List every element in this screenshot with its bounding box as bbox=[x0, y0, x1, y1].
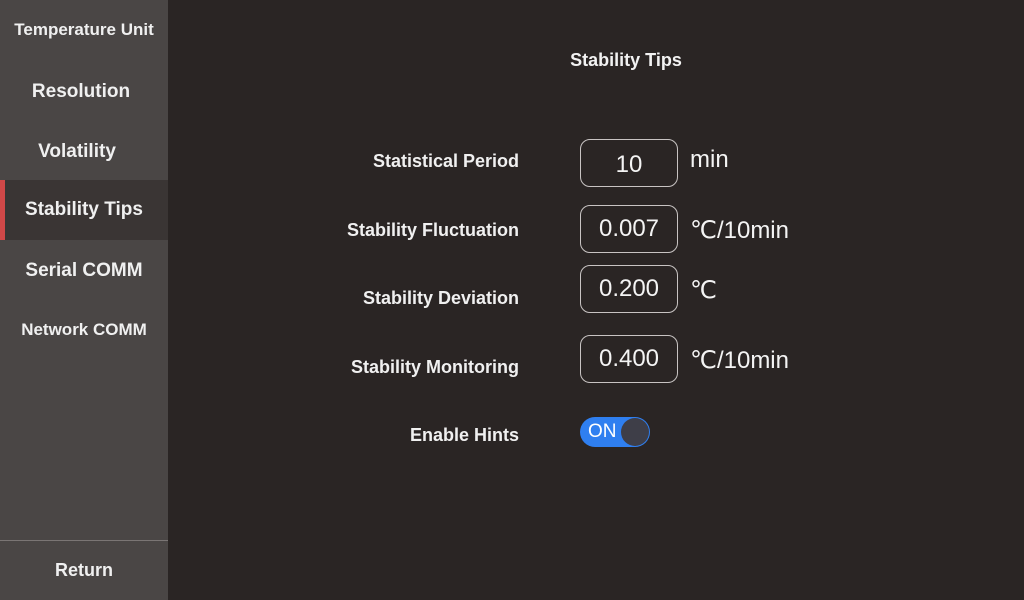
statistical-period-unit: min bbox=[690, 146, 729, 173]
sidebar-item-volatility[interactable]: Volatility bbox=[0, 122, 168, 182]
sidebar-item-label: Temperature Unit bbox=[14, 20, 154, 39]
stability-fluctuation-unit: ℃/10min bbox=[690, 217, 789, 244]
sidebar-item-label: Serial COMM bbox=[25, 260, 143, 281]
sidebar-item-label: Stability Tips bbox=[25, 199, 143, 220]
toggle-knob bbox=[621, 418, 649, 446]
statistical-period-input[interactable]: 10 bbox=[580, 139, 678, 187]
statistical-period-value: 10 bbox=[615, 151, 643, 178]
page-title: Stability Tips bbox=[570, 50, 682, 70]
enable-hints-toggle[interactable]: ON bbox=[580, 417, 650, 447]
stability-monitoring-unit: ℃/10min bbox=[690, 347, 789, 374]
sidebar-item-network-comm[interactable]: Network COMM bbox=[0, 300, 168, 360]
sidebar-item-stability-tips[interactable]: Stability Tips bbox=[0, 180, 168, 240]
stability-deviation-value: 0.200 bbox=[598, 275, 660, 302]
sidebar-item-label: Resolution bbox=[31, 81, 131, 102]
sidebar-item-serial-comm[interactable]: Serial COMM bbox=[0, 241, 168, 301]
return-button[interactable]: Return bbox=[0, 541, 168, 600]
stability-fluctuation-label: Stability Fluctuation bbox=[346, 220, 519, 240]
sidebar-item-label: Volatility bbox=[38, 141, 116, 162]
stability-deviation-unit: ℃ bbox=[690, 277, 717, 304]
stability-monitoring-input[interactable]: 0.400 bbox=[580, 335, 678, 383]
sidebar-item-resolution[interactable]: Resolution bbox=[0, 62, 168, 122]
sidebar-item-temperature-unit[interactable]: Temperature Unit bbox=[0, 0, 168, 60]
return-label: Return bbox=[55, 560, 113, 580]
enable-hints-label: Enable Hints bbox=[409, 425, 519, 445]
toggle-state-label: ON bbox=[588, 421, 617, 442]
stability-fluctuation-value: 0.007 bbox=[598, 215, 660, 242]
stability-deviation-label: Stability Deviation bbox=[362, 288, 519, 308]
stability-deviation-input[interactable]: 0.200 bbox=[580, 265, 678, 313]
stability-fluctuation-input[interactable]: 0.007 bbox=[580, 205, 678, 253]
sidebar: Temperature Unit Resolution Volatility S… bbox=[0, 0, 168, 600]
sidebar-item-label: Network COMM bbox=[21, 320, 147, 339]
stability-monitoring-label: Stability Monitoring bbox=[351, 357, 519, 377]
stability-monitoring-value: 0.400 bbox=[598, 345, 660, 372]
active-indicator bbox=[0, 180, 5, 240]
statistical-period-label: Statistical Period bbox=[372, 151, 519, 171]
